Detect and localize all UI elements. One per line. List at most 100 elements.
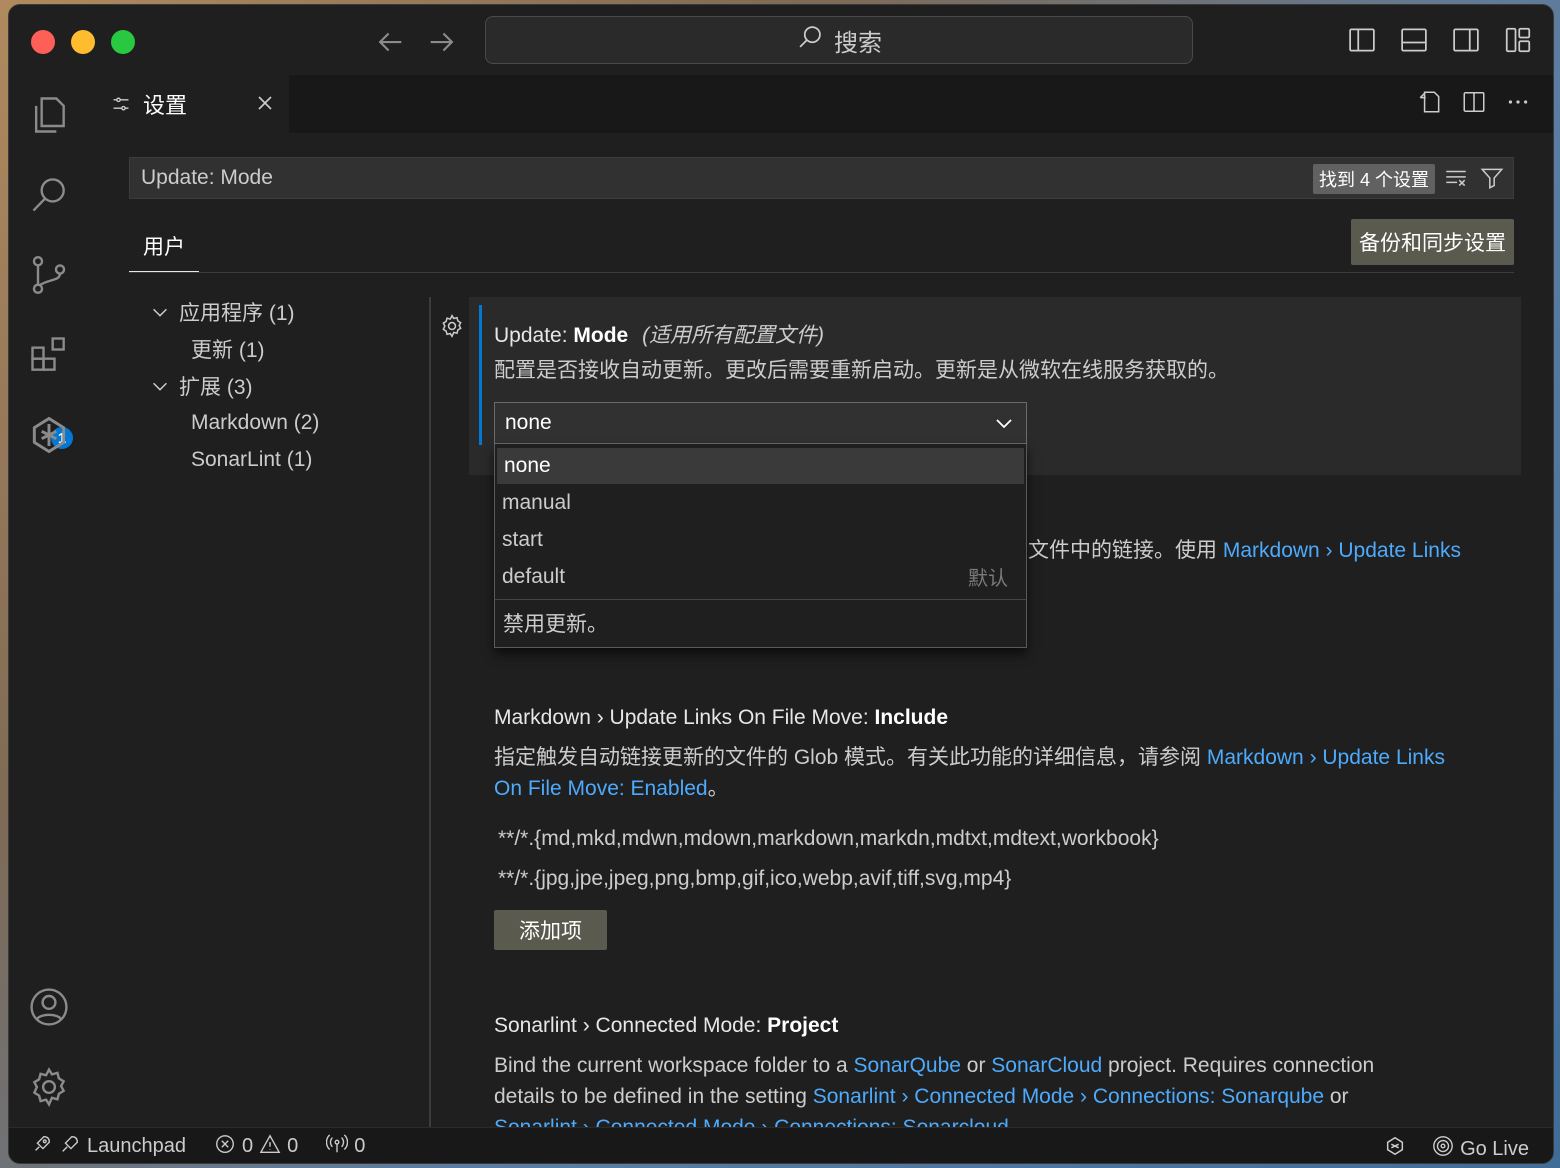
setting-link[interactable]: Markdown › Update Links bbox=[1207, 746, 1445, 769]
problems-item[interactable]: 0 0 bbox=[214, 1133, 298, 1161]
backup-sync-button[interactable]: 备份和同步设置 bbox=[1351, 219, 1514, 265]
option-default[interactable]: default 默认 bbox=[495, 558, 1026, 595]
go-live-label: Go Live bbox=[1460, 1137, 1529, 1160]
setting-description-partial: 文件中的链接。使用 Markdown › Update Links bbox=[1028, 535, 1508, 566]
broadcast-icon bbox=[326, 1133, 349, 1161]
default-hint: 默认 bbox=[968, 568, 1008, 590]
setting-title: Sonarlint › Connected Mode: Project bbox=[494, 1014, 838, 1038]
setting-link[interactable]: On File Move: Enabled bbox=[494, 777, 708, 800]
more-actions-icon[interactable] bbox=[1505, 89, 1531, 115]
found-count-badge: 找到 4 个设置 bbox=[1312, 164, 1435, 194]
option-manual[interactable]: manual bbox=[495, 484, 1026, 521]
toggle-primary-sidebar-icon[interactable] bbox=[1347, 25, 1377, 55]
clear-filter-icon[interactable] bbox=[1443, 165, 1469, 197]
sonarlint-status-icon bbox=[1384, 1135, 1406, 1163]
desc-text: 文件中的链接。使用 bbox=[1028, 539, 1223, 562]
setting-link[interactable]: Sonarlint › Connected Mode › Connections… bbox=[813, 1085, 1324, 1108]
toc-sash[interactable] bbox=[429, 297, 431, 1127]
activity-bar: 1 bbox=[9, 75, 89, 1127]
tab-user-scope[interactable]: 用户 bbox=[129, 221, 199, 273]
error-count: 0 bbox=[241, 1135, 254, 1157]
tree-item-markdown[interactable]: Markdown (2) bbox=[149, 404, 419, 441]
desc-text: 指定触发自动链接更新的文件的 Glob 模式。有关此功能的详细信息，请参阅 bbox=[494, 746, 1207, 769]
setting-category: Markdown › Update Links On File Move: bbox=[494, 706, 875, 729]
option-start[interactable]: start bbox=[495, 521, 1026, 558]
manage-gear-icon[interactable] bbox=[27, 1065, 71, 1109]
rocket-icon bbox=[31, 1133, 53, 1161]
update-mode-select[interactable]: none bbox=[494, 402, 1027, 444]
focus-indicator bbox=[479, 305, 482, 445]
setting-link[interactable]: Sonarlint › Connected Mode › Connections… bbox=[494, 1116, 1009, 1127]
tree-item-application[interactable]: 应用程序 (1) bbox=[149, 293, 419, 330]
go-live-item[interactable]: Go Live bbox=[1384, 1135, 1529, 1163]
tree-item-label: SonarLint (1) bbox=[191, 447, 313, 471]
sonarlint-icon[interactable] bbox=[27, 413, 71, 457]
settings-toc-tree: 应用程序 (1) 更新 (1) 扩展 (3) Markdown (2) Sona… bbox=[149, 293, 419, 478]
settings-editor: Update: Mode 找到 4 个设置 用户 备份和同步设置 应用程序 (1… bbox=[89, 133, 1553, 1127]
close-icon[interactable] bbox=[253, 91, 277, 115]
split-editor-icon[interactable] bbox=[1461, 89, 1487, 115]
ports-count: 0 bbox=[354, 1135, 366, 1157]
list-item[interactable]: **/*.{jpg,jpe,jpeg,png,bmp,gif,ico,webp,… bbox=[498, 867, 1011, 891]
open-settings-json-icon[interactable] bbox=[1417, 89, 1443, 115]
tree-item-update[interactable]: 更新 (1) bbox=[149, 330, 419, 367]
search-icon[interactable] bbox=[27, 173, 71, 217]
setting-name: Mode bbox=[573, 324, 629, 347]
customize-layout-icon[interactable] bbox=[1503, 25, 1533, 55]
setting-title: Update: Mode (适用所有配置文件) bbox=[494, 319, 824, 349]
title-bar: 搜索 bbox=[9, 5, 1553, 75]
warning-icon bbox=[259, 1133, 281, 1161]
rocket-outline-icon bbox=[59, 1133, 81, 1161]
zoom-window-button[interactable] bbox=[111, 30, 135, 54]
launchpad-item[interactable]: Launchpad bbox=[31, 1133, 186, 1161]
settings-search-value: Update: Mode bbox=[141, 166, 273, 189]
close-window-button[interactable] bbox=[31, 30, 55, 54]
command-center-search[interactable]: 搜索 bbox=[485, 16, 1193, 64]
editor-tab-bar: 设置 bbox=[89, 75, 1553, 133]
update-mode-dropdown: none manual start default 默认 禁用更新。 bbox=[494, 444, 1027, 648]
tree-item-extensions[interactable]: 扩展 (3) bbox=[149, 367, 419, 404]
setting-scope: (适用所有配置文件) bbox=[642, 324, 825, 347]
divider bbox=[129, 272, 1514, 273]
setting-gear-icon[interactable] bbox=[439, 313, 465, 339]
tab-settings[interactable]: 设置 bbox=[89, 75, 289, 133]
setting-title: Markdown › Update Links On File Move: In… bbox=[494, 706, 948, 730]
desc-text: 。 bbox=[707, 777, 729, 800]
option-description: 禁用更新。 bbox=[503, 613, 608, 636]
chevron-down-icon bbox=[992, 411, 1016, 435]
search-label: 搜索 bbox=[834, 29, 882, 57]
setting-link[interactable]: SonarQube bbox=[854, 1054, 961, 1077]
source-control-icon[interactable] bbox=[27, 253, 71, 297]
tree-item-label: 更新 (1) bbox=[191, 338, 265, 362]
select-value: none bbox=[505, 411, 552, 434]
option-none[interactable]: none bbox=[497, 448, 1024, 484]
ports-item[interactable]: 0 bbox=[326, 1133, 365, 1161]
setting-description: 配置是否接收自动更新。更改后需要重新启动。更新是从微软在线服务获取的。 bbox=[494, 359, 1229, 382]
filter-icon[interactable] bbox=[1479, 165, 1505, 197]
add-item-button[interactable]: 添加项 bbox=[494, 910, 607, 950]
minimize-window-button[interactable] bbox=[71, 30, 95, 54]
list-item[interactable]: **/*.{md,mkd,mdwn,mdown,markdown,markdn,… bbox=[498, 827, 1159, 851]
settings-search-input[interactable]: Update: Mode 找到 4 个设置 bbox=[129, 157, 1514, 199]
search-icon bbox=[796, 23, 824, 58]
warning-count: 0 bbox=[287, 1135, 299, 1157]
setting-link[interactable]: SonarCloud bbox=[991, 1054, 1102, 1077]
error-icon bbox=[214, 1133, 236, 1161]
tree-item-sonarlint[interactable]: SonarLint (1) bbox=[149, 441, 419, 478]
extensions-icon[interactable] bbox=[27, 333, 71, 377]
back-arrow-icon[interactable] bbox=[373, 25, 407, 59]
forward-arrow-icon[interactable] bbox=[425, 25, 459, 59]
explorer-icon[interactable] bbox=[27, 93, 71, 137]
toggle-secondary-sidebar-icon[interactable] bbox=[1451, 25, 1481, 55]
accounts-icon[interactable] bbox=[27, 985, 71, 1029]
setting-description: Bind the current workspace folder to a S… bbox=[494, 1050, 1494, 1127]
desc-text: Bind the current workspace folder to a bbox=[494, 1054, 854, 1077]
toggle-panel-icon[interactable] bbox=[1399, 25, 1429, 55]
launchpad-label: Launchpad bbox=[87, 1135, 186, 1157]
chevron-down-icon bbox=[149, 301, 171, 323]
desc-text: details to be defined in the setting bbox=[494, 1085, 813, 1108]
setting-link[interactable]: Markdown › Update Links bbox=[1223, 539, 1461, 562]
tree-item-label: 应用程序 (1) bbox=[179, 301, 295, 325]
tree-item-label: Markdown (2) bbox=[191, 410, 320, 434]
desc-text: or bbox=[960, 1054, 992, 1077]
